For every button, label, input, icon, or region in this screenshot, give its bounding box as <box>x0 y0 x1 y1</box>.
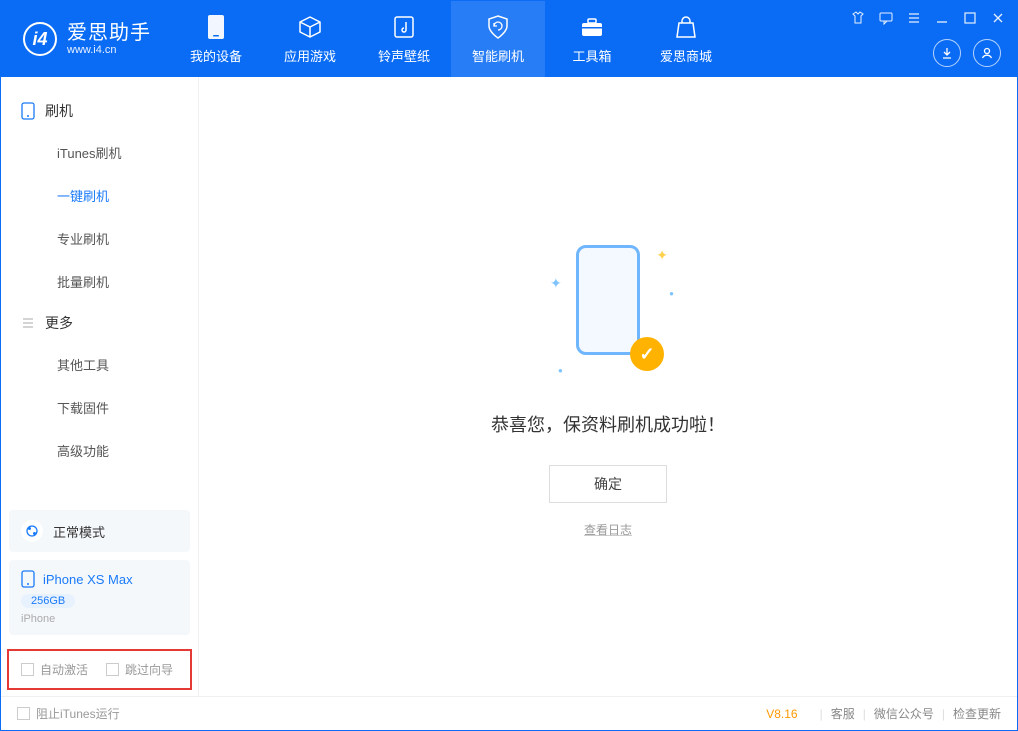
section-title: 刷机 <box>45 101 73 121</box>
device-type: iPhone <box>21 613 178 625</box>
checkbox-block-itunes[interactable]: 阻止iTunes运行 <box>17 705 120 722</box>
sidebar-item-other-tools[interactable]: 其他工具 <box>1 343 198 386</box>
nav-label: 爱思商城 <box>660 46 712 65</box>
success-illustration: ✦ ✦ ● ● ✓ <box>548 235 668 385</box>
feedback-icon[interactable] <box>877 9 895 27</box>
statusbar: 阻止iTunes运行 V8.16 | 客服 | 微信公众号 | 检查更新 <box>1 696 1017 730</box>
sidebar-item-advanced[interactable]: 高级功能 <box>1 429 198 472</box>
statusbar-right: V8.16 | 客服 | 微信公众号 | 检查更新 <box>766 705 1001 722</box>
separator: | <box>942 707 945 721</box>
phone-icon <box>203 14 229 40</box>
nav-label: 铃声壁纸 <box>378 46 430 65</box>
app-title: 爱思助手 <box>67 22 151 44</box>
shirt-icon[interactable] <box>849 9 867 27</box>
nav-label: 工具箱 <box>572 46 611 65</box>
list-icon <box>21 316 35 330</box>
phone-illustration-icon <box>576 245 640 355</box>
logo-area: i4 爱思助手 www.i4.cn <box>1 1 169 77</box>
sparkle-icon: ✦ <box>550 275 562 292</box>
cube-icon <box>297 14 323 40</box>
success-message: 恭喜您，保资料刷机成功啦！ <box>491 411 725 437</box>
device-card[interactable]: iPhone XS Max 256GB iPhone <box>9 560 190 635</box>
checkbox-icon <box>21 663 34 676</box>
nav-ringtones-wallpapers[interactable]: 铃声壁纸 <box>357 1 451 77</box>
user-button[interactable] <box>973 39 1001 67</box>
sidebar-scroll: 刷机 iTunes刷机 一键刷机 专业刷机 批量刷机 更多 其他工具 下载固件 … <box>1 77 198 502</box>
checkbox-skip-guide[interactable]: 跳过向导 <box>106 661 173 678</box>
shield-refresh-icon <box>485 14 511 40</box>
mode-label: 正常模式 <box>53 522 105 541</box>
status-link-support[interactable]: 客服 <box>831 705 855 722</box>
device-mode-card[interactable]: 正常模式 <box>9 510 190 552</box>
toolbox-icon <box>579 14 605 40</box>
header-actions <box>933 39 1001 67</box>
checkbox-label: 跳过向导 <box>125 661 173 678</box>
section-title: 更多 <box>45 313 73 333</box>
nav-my-device[interactable]: 我的设备 <box>169 1 263 77</box>
status-link-update[interactable]: 检查更新 <box>953 705 1001 722</box>
sidebar: 刷机 iTunes刷机 一键刷机 专业刷机 批量刷机 更多 其他工具 下载固件 … <box>1 77 199 696</box>
sidebar-section-flash: 刷机 <box>1 91 198 131</box>
sidebar-item-itunes-flash[interactable]: iTunes刷机 <box>1 131 198 174</box>
sidebar-section-more: 更多 <box>1 303 198 343</box>
status-link-wechat[interactable]: 微信公众号 <box>874 705 934 722</box>
nav-label: 智能刷机 <box>472 46 524 65</box>
bag-icon <box>673 14 699 40</box>
separator: | <box>820 707 823 721</box>
device-name: iPhone XS Max <box>43 572 133 587</box>
music-note-icon <box>391 14 417 40</box>
download-button[interactable] <box>933 39 961 67</box>
top-nav: 我的设备 应用游戏 铃声壁纸 智能刷机 <box>169 1 733 77</box>
checkmark-badge-icon: ✓ <box>630 337 664 371</box>
device-name-row: iPhone XS Max <box>21 570 178 588</box>
version-label: V8.16 <box>766 707 797 721</box>
sidebar-item-download-firmware[interactable]: 下载固件 <box>1 386 198 429</box>
nav-apps-games[interactable]: 应用游戏 <box>263 1 357 77</box>
checkbox-label: 阻止iTunes运行 <box>36 705 120 722</box>
sidebar-item-oneclick-flash[interactable]: 一键刷机 <box>1 174 198 217</box>
app-logo-icon: i4 <box>23 22 57 56</box>
nav-smart-flash[interactable]: 智能刷机 <box>451 1 545 77</box>
menu-icon[interactable] <box>905 9 923 27</box>
content-area: 刷机 iTunes刷机 一键刷机 专业刷机 批量刷机 更多 其他工具 下载固件 … <box>1 77 1017 696</box>
checkbox-icon <box>106 663 119 676</box>
nav-label: 应用游戏 <box>284 46 336 65</box>
ok-button[interactable]: 确定 <box>549 465 667 503</box>
separator: | <box>863 707 866 721</box>
maximize-button[interactable] <box>961 9 979 27</box>
minimize-button[interactable] <box>933 9 951 27</box>
nav-label: 我的设备 <box>190 46 242 65</box>
nav-store[interactable]: 爱思商城 <box>639 1 733 77</box>
checkbox-label: 自动激活 <box>40 661 88 678</box>
statusbar-left: 阻止iTunes运行 <box>17 705 120 722</box>
sidebar-item-pro-flash[interactable]: 专业刷机 <box>1 217 198 260</box>
titlebar: i4 爱思助手 www.i4.cn 我的设备 应用游戏 <box>1 1 1017 77</box>
device-storage-badge: 256GB <box>21 594 75 608</box>
nav-toolbox[interactable]: 工具箱 <box>545 1 639 77</box>
mode-normal-icon <box>21 520 43 542</box>
main-panel: ✦ ✦ ● ● ✓ 恭喜您，保资料刷机成功啦！ 确定 查看日志 <box>199 77 1017 696</box>
sidebar-devices: 正常模式 iPhone XS Max 256GB iPhone <box>1 502 198 643</box>
app-window: i4 爱思助手 www.i4.cn 我的设备 应用游戏 <box>0 0 1018 731</box>
sidebar-options-highlighted: 自动激活 跳过向导 <box>7 649 192 690</box>
view-log-link[interactable]: 查看日志 <box>584 521 632 538</box>
sparkle-dot-icon: ● <box>669 289 674 298</box>
logo-text: 爱思助手 www.i4.cn <box>67 22 151 56</box>
close-button[interactable] <box>989 9 1007 27</box>
sparkle-icon: ✦ <box>656 247 668 264</box>
device-phone-icon <box>21 570 35 588</box>
phone-outline-icon <box>21 102 35 120</box>
sparkle-dot-icon: ● <box>558 366 563 375</box>
checkbox-auto-activate[interactable]: 自动激活 <box>21 661 88 678</box>
app-subtitle: www.i4.cn <box>67 44 151 56</box>
window-controls <box>849 9 1007 27</box>
sidebar-item-batch-flash[interactable]: 批量刷机 <box>1 260 198 303</box>
checkbox-icon <box>17 707 30 720</box>
